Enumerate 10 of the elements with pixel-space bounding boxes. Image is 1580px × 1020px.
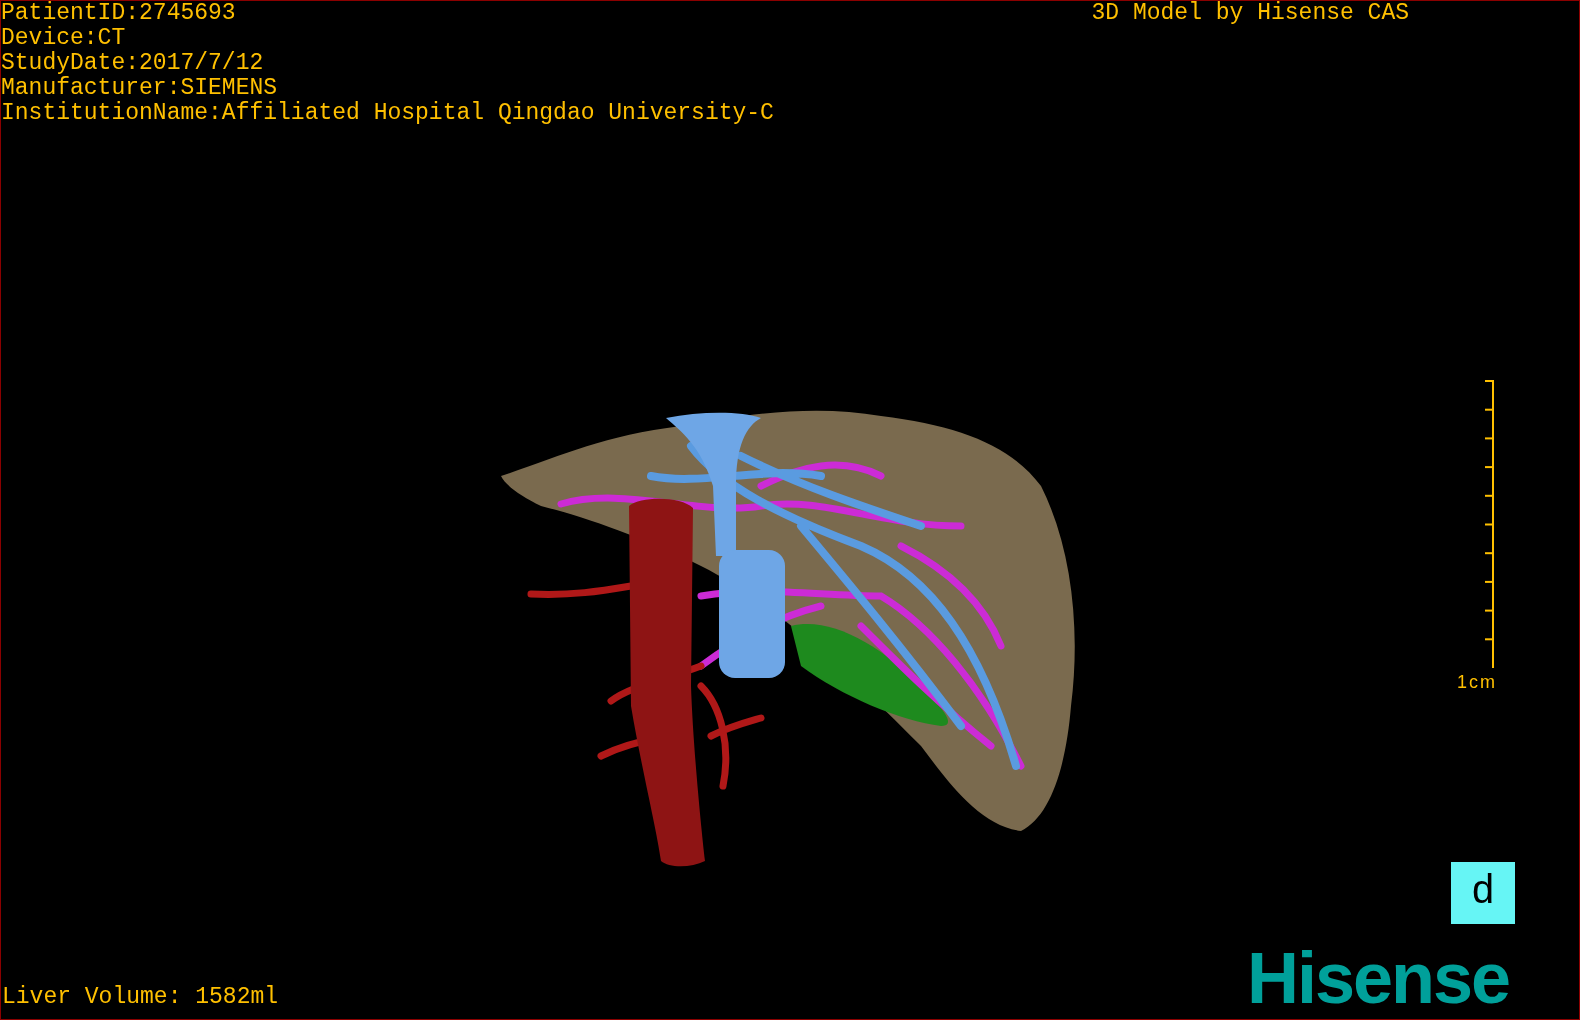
study-info-text: PatientID:2745693 (1, 1, 237, 26)
study-info-text: InstitutionName:Affiliated Hospital Qingdao University-C (1, 101, 774, 126)
study-info-text: Manufacturer:SIEMENS (1, 76, 279, 101)
hisense-logo: Hisense (1247, 945, 1510, 1011)
scale-label: 1cm (1457, 671, 1497, 693)
orientation-marker[interactable]: d (1451, 862, 1515, 924)
study-info-text: Device:CT (1, 26, 127, 51)
liver-volume-text: Liver Volume: 1582ml (2, 985, 279, 1010)
model-credit-text: 3D Model by Hisense CAS (1091, 1, 1409, 26)
study-info-text: StudyDate:2017/7/12 (1, 51, 265, 76)
